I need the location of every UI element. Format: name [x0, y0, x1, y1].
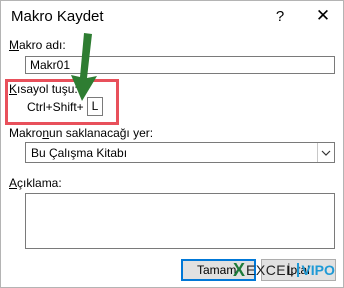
store-in-selected-value: Bu Çalışma Kitabı	[31, 146, 128, 160]
shortcut-label-mnemonic: K	[9, 82, 18, 96]
description-label-mnemonic: A	[9, 176, 18, 190]
macro-name-label-text: akro adı:	[19, 38, 66, 52]
description-textarea[interactable]	[25, 193, 335, 249]
store-in-label-after: un saklanacağı yer:	[49, 126, 154, 140]
macro-name-label: Makro adı:	[9, 38, 66, 52]
store-in-label: Makronun saklanacağı yer:	[9, 126, 153, 140]
macro-name-label-mnemonic: M	[9, 38, 19, 52]
store-in-select[interactable]: Bu Çalışma Kitabı	[25, 142, 335, 163]
close-button[interactable]: ✕	[306, 3, 340, 29]
cancel-button[interactable]: İptal	[261, 259, 336, 281]
ok-button[interactable]: Tamam	[181, 259, 256, 281]
description-label: Açıklama:	[9, 176, 62, 190]
chevron-down-icon[interactable]	[317, 143, 334, 162]
record-macro-dialog: Makro Kaydet ? ✕ Makro adı: Makr01 Kısay…	[0, 0, 344, 288]
store-in-label-before: Makro	[9, 126, 43, 140]
dialog-title: Makro Kaydet	[11, 8, 104, 25]
help-button[interactable]: ?	[263, 3, 297, 29]
annotation-arrow-icon	[71, 33, 97, 101]
description-label-text: çıklama:	[17, 176, 62, 190]
